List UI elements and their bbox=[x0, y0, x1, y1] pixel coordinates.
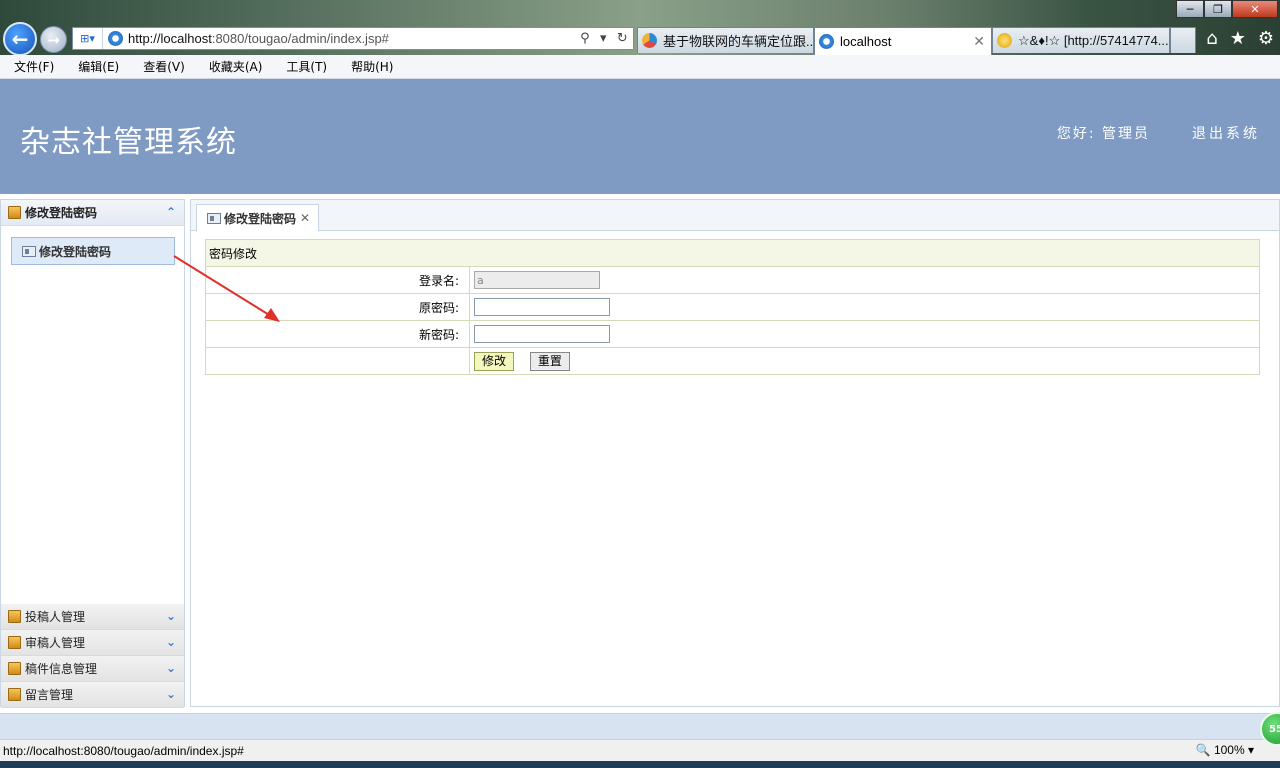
folder-icon bbox=[8, 688, 21, 701]
form-title: 密码修改 bbox=[205, 239, 1260, 267]
tab-change-password[interactable]: 修改登陆密码 ✕ bbox=[196, 204, 320, 232]
app-footer bbox=[0, 713, 1280, 739]
close-window-icon[interactable]: ✕ bbox=[1232, 0, 1278, 18]
ie-page-icon bbox=[108, 31, 123, 46]
sidebar: 修改登陆密码 ⌃ 修改登陆密码 投稿人管理 ⌄ 审稿人管理 ⌄ 稿件信息管理 ⌄… bbox=[0, 199, 185, 708]
browser-tab-3[interactable]: ☆&♦!☆ [http://57414774... bbox=[992, 27, 1170, 53]
reset-button[interactable]: 重置 bbox=[529, 351, 570, 371]
sidebar-item-change-password[interactable]: 修改登陆密码 bbox=[11, 237, 175, 265]
browser-titlebar: ← → ⊞▾ http://localhost:8080/tougao/admi… bbox=[0, 0, 1280, 56]
search-icon[interactable]: ⚲ bbox=[580, 31, 590, 46]
sidebar-section-reviewers[interactable]: 审稿人管理 ⌄ bbox=[1, 630, 184, 656]
settings-gear-icon[interactable]: ⚙ bbox=[1258, 28, 1274, 49]
home-icon[interactable]: ⌂ bbox=[1206, 28, 1217, 49]
password-form: 密码修改 登录名: a 原密码: 新密码: 修改 重置 bbox=[205, 239, 1260, 375]
folder-icon bbox=[8, 206, 21, 219]
tab-close-icon[interactable]: ✕ bbox=[973, 33, 985, 50]
app-title: 杂志社管理系统 bbox=[20, 125, 237, 160]
baidu-icon bbox=[642, 33, 657, 48]
browser-statusbar: http://localhost:8080/tougao/admin/index… bbox=[0, 739, 1280, 761]
menu-tools[interactable]: 工具(T) bbox=[282, 56, 331, 77]
ie-icon bbox=[819, 34, 834, 49]
id-card-icon bbox=[207, 212, 221, 224]
sidebar-section-manuscripts[interactable]: 稿件信息管理 ⌄ bbox=[1, 656, 184, 682]
address-text[interactable]: http://localhost:8080/tougao/admin/index… bbox=[128, 31, 575, 46]
browser-menubar: 文件(F) 编辑(E) 查看(V) 收藏夹(A) 工具(T) 帮助(H) bbox=[0, 55, 1280, 79]
zoom-level[interactable]: 🔍 100% ▾ bbox=[1196, 743, 1254, 757]
back-arrow-icon[interactable]: ← bbox=[3, 22, 37, 56]
sidebar-section-authors[interactable]: 投稿人管理 ⌄ bbox=[1, 604, 184, 630]
folder-icon bbox=[8, 636, 21, 649]
chevron-down-icon[interactable]: ⌄ bbox=[166, 661, 176, 675]
sidebar-section-body: 修改登陆密码 bbox=[1, 226, 184, 604]
menu-file[interactable]: 文件(F) bbox=[10, 56, 58, 77]
sidebar-section-password[interactable]: 修改登陆密码 ⌃ bbox=[1, 200, 184, 226]
menu-view[interactable]: 查看(V) bbox=[139, 56, 189, 77]
chevron-down-icon[interactable]: ⌄ bbox=[166, 635, 176, 649]
buttons-spacer bbox=[205, 347, 470, 375]
new-password-field[interactable] bbox=[474, 325, 610, 343]
menu-edit[interactable]: 编辑(E) bbox=[74, 56, 123, 77]
chevron-down-icon[interactable]: ⌄ bbox=[166, 687, 176, 701]
welcome-text: 您好: 管理员 bbox=[1056, 126, 1150, 142]
menu-help[interactable]: 帮助(H) bbox=[347, 56, 397, 77]
star-site-icon bbox=[997, 33, 1012, 48]
menu-favorites[interactable]: 收藏夹(A) bbox=[205, 56, 267, 77]
chevron-down-icon[interactable]: ⌄ bbox=[166, 609, 176, 623]
folder-icon bbox=[8, 662, 21, 675]
tabs-strip: 修改登陆密码 ✕ bbox=[191, 200, 1279, 232]
new-tab-button[interactable] bbox=[1170, 27, 1196, 53]
dropdown-icon[interactable]: ▾ bbox=[600, 31, 607, 46]
logout-link[interactable]: 退出系统 bbox=[1192, 123, 1260, 143]
browser-tab-2[interactable]: localhost ✕ bbox=[814, 27, 992, 55]
forward-arrow-icon[interactable]: → bbox=[40, 26, 67, 53]
id-card-icon bbox=[22, 245, 36, 257]
tab-close-icon[interactable]: ✕ bbox=[300, 211, 310, 225]
annotation-arrow bbox=[173, 255, 280, 322]
chevron-up-icon[interactable]: ⌃ bbox=[166, 205, 176, 219]
main-panel: 修改登陆密码 ✕ 密码修改 登录名: a 原密码: 新密码: 修改 重置 bbox=[190, 199, 1280, 707]
sidebar-section-messages[interactable]: 留言管理 ⌄ bbox=[1, 682, 184, 708]
restore-icon[interactable]: ❐ bbox=[1204, 0, 1232, 18]
favorites-star-icon[interactable]: ★ bbox=[1230, 28, 1246, 49]
compat-view-icon[interactable]: ⊞▾ bbox=[73, 28, 103, 49]
submit-button[interactable]: 修改 bbox=[474, 351, 515, 371]
browser-tab-1[interactable]: 基于物联网的车辆定位跟... bbox=[637, 27, 814, 53]
windows-taskbar bbox=[0, 761, 1280, 768]
minimize-icon[interactable]: ─ bbox=[1176, 0, 1204, 18]
refresh-icon[interactable]: ↻ bbox=[617, 31, 628, 46]
login-name-field[interactable]: a bbox=[474, 271, 600, 289]
status-url: http://localhost:8080/tougao/admin/index… bbox=[3, 743, 244, 758]
app-header: 杂志社管理系统 您好: 管理员 退出系统 bbox=[0, 79, 1280, 194]
address-bar[interactable]: ⊞▾ http://localhost:8080/tougao/admin/in… bbox=[72, 27, 634, 50]
folder-icon bbox=[8, 610, 21, 623]
old-password-field[interactable] bbox=[474, 298, 610, 316]
